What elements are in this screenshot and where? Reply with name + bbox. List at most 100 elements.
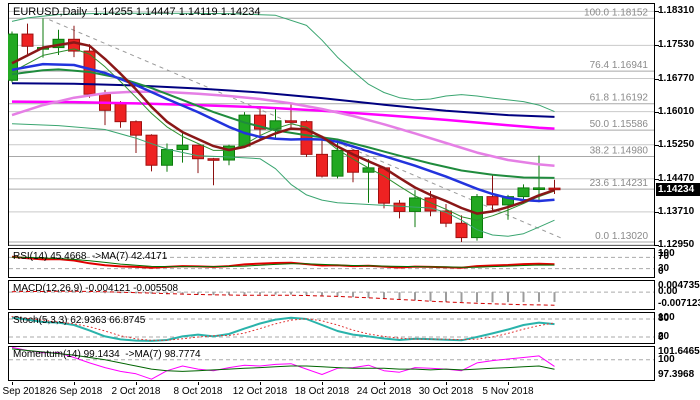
- price-axis-tick: [655, 211, 659, 213]
- macd-histogram-bar: [429, 292, 432, 302]
- fib-label: 100.0 1.18152: [584, 7, 648, 18]
- price-axis-label: 1.13710: [658, 205, 695, 217]
- rsi-label: RSI(14) 45.4668 ->MA(7) 42.4171: [13, 251, 168, 262]
- price-axis-label: 1.15250: [658, 138, 695, 150]
- price-axis-tick: [655, 178, 659, 180]
- date-label: 8 Oct 2018: [173, 386, 223, 397]
- chart-window: 100.0 1.18152 76.4 1.16941 61.8 1.16192 50.…: [0, 0, 700, 400]
- macd-histogram-bar: [414, 292, 416, 301]
- macd-histogram-bar: [305, 292, 308, 296]
- indicator-scale-label: 70: [658, 251, 670, 263]
- date-label: 5 Nov 2018: [482, 386, 534, 397]
- main-chart-panel[interactable]: 100.0 1.18152 76.4 1.16941 61.8 1.16192 50.…: [8, 3, 655, 246]
- price-axis-tick: [655, 11, 659, 13]
- date-tick: [12, 382, 13, 385]
- bull-candle: [331, 149, 344, 177]
- date-tick: [198, 382, 199, 385]
- price-axis-label: 1.17530: [658, 39, 695, 51]
- date-label: 24 Oct 2018: [356, 386, 412, 397]
- macd-histogram-bar: [538, 292, 540, 302]
- indicator-scale-label: -0.007123: [658, 298, 700, 309]
- macd-histogram-bar: [507, 292, 509, 303]
- bear-candle: [114, 103, 127, 123]
- indicator-scale-label: 0.00: [658, 286, 678, 298]
- macd-histogram-bar: [274, 292, 277, 295]
- indicator-scale-label: 0: [658, 332, 664, 343]
- macd-histogram-bar: [336, 292, 339, 297]
- bear-candle: [285, 120, 297, 123]
- bear-candle: [192, 144, 204, 160]
- chart-title: EURUSD,Daily 1.14255 1.14447 1.14119 1.1…: [13, 6, 261, 18]
- date-tick: [384, 382, 385, 385]
- bear-candle: [548, 187, 561, 191]
- macd-histogram-bar: [445, 292, 447, 302]
- macd-histogram-bar: [290, 292, 292, 295]
- fib-label: 76.4 1.16941: [590, 60, 649, 71]
- date-label: 30 Oct 2018: [418, 386, 474, 397]
- macd-histogram-bar: [398, 292, 401, 300]
- date-tick: [508, 382, 509, 385]
- date-tick: [74, 382, 75, 385]
- date-label: 26 Sep 2018: [45, 386, 103, 397]
- indicator-scale-label: 80: [658, 313, 670, 324]
- macd-histogram-bar: [491, 292, 494, 303]
- current-price-box: 1.14234: [656, 183, 700, 196]
- momentum-panel[interactable]: Momentum(14) 99.1434 ->MA(7) 98.7774: [8, 346, 655, 381]
- price-axis-tick: [655, 78, 659, 80]
- macd-histogram-bar: [383, 292, 385, 299]
- fib-label: 61.8 1.16192: [590, 93, 649, 104]
- date-label: 12 Oct 2018: [232, 386, 288, 397]
- rsi-panel[interactable]: RSI(14) 45.4668 ->MA(7) 42.4171: [8, 248, 655, 278]
- bear-candle: [393, 202, 406, 212]
- price-axis-label: 1.18310: [658, 5, 695, 17]
- macd-histogram-bar: [321, 292, 323, 296]
- bull-candle: [517, 187, 530, 198]
- bear-candle: [378, 167, 390, 204]
- date-tick: [136, 382, 137, 385]
- bull-candle: [409, 197, 421, 212]
- price-axis[interactable]: 1.18310 1.17530 1.16770 1.16010 1.15250 1.144…: [655, 0, 700, 400]
- momentum-label: Momentum(14) 99.1434 ->MA(7) 98.7774: [13, 349, 201, 360]
- date-tick: [322, 382, 323, 385]
- indicator-scale-label: 100: [658, 353, 675, 365]
- date-tick: [260, 382, 261, 385]
- bear-candle: [486, 196, 499, 206]
- bear-candle: [455, 222, 468, 239]
- indicator-scale-label: 97.3968: [658, 369, 695, 380]
- price-axis-label: 1.16770: [658, 72, 695, 84]
- price-axis-tick: [655, 245, 659, 246]
- bear-candle: [316, 153, 328, 177]
- bull-candle: [161, 149, 173, 166]
- macd-label: MACD(12,26,9) -0.004121 -0.005508: [13, 283, 179, 294]
- date-label: 18 Oct 2018: [294, 386, 350, 397]
- price-axis-tick: [655, 111, 659, 113]
- price-axis-label: 1.16010: [658, 105, 695, 117]
- macd-histogram-bar: [259, 292, 261, 295]
- bear-candle: [130, 121, 142, 136]
- macd-histogram-bar: [460, 292, 463, 303]
- stochastic-panel[interactable]: Stoch(5,3,3) 62.9363 66.8745: [8, 312, 655, 344]
- bear-candle: [21, 33, 34, 47]
- date-tick: [446, 382, 447, 385]
- bear-candle: [207, 158, 220, 161]
- bull-candle: [533, 187, 545, 191]
- macd-histogram-bar: [212, 292, 215, 296]
- price-axis-tick: [655, 144, 659, 146]
- macd-histogram-bar: [367, 292, 370, 298]
- macd-histogram-bar: [352, 292, 354, 298]
- price-axis-tick: [655, 45, 659, 47]
- fib-label: 50.0 1.15586: [590, 119, 649, 130]
- macd-panel[interactable]: MACD(12,26,9) -0.004121 -0.005508: [8, 280, 655, 310]
- macd-histogram-bar: [476, 292, 478, 303]
- stochastic-label: Stoch(5,3,3) 62.9363 66.8745: [13, 315, 146, 326]
- fib-label: 23.6 1.14231: [590, 178, 649, 189]
- macd-histogram-bar: [522, 292, 525, 303]
- fib-label: 0.0 1.13020: [595, 231, 648, 242]
- date-label: 2 Oct 2018: [111, 386, 161, 397]
- macd-histogram-bar: [553, 292, 556, 302]
- main-chart-plot: 100.0 1.18152 76.4 1.16941 61.8 1.16192 50.…: [8, 3, 655, 246]
- bull-candle: [176, 144, 189, 151]
- fib-label: 38.2 1.14980: [590, 146, 649, 157]
- macd-histogram-bar: [243, 292, 246, 295]
- time-axis[interactable]: 20 Sep 201826 Sep 20182 Oct 20188 Oct 20…: [0, 382, 700, 400]
